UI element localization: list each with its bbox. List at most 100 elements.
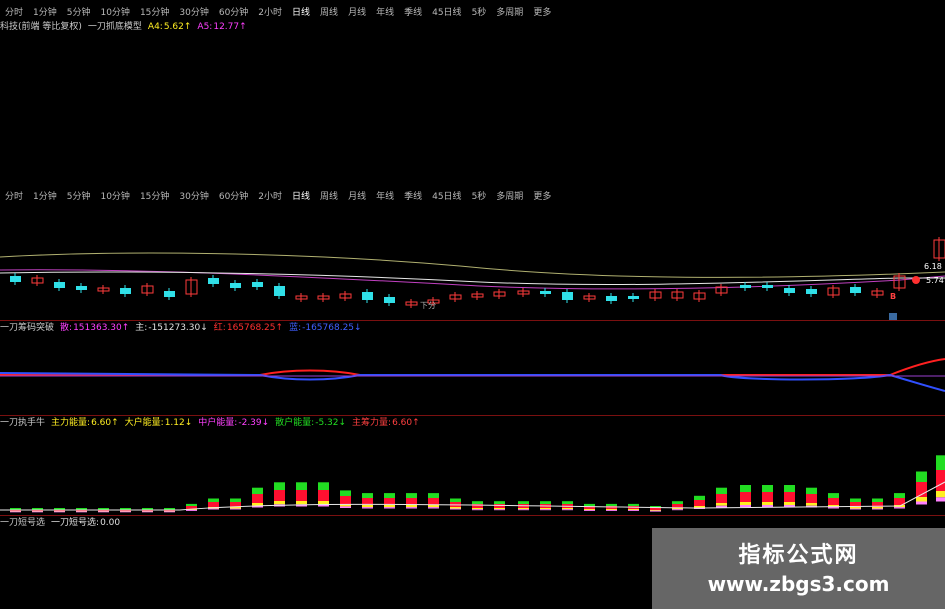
panel4-name[interactable]: 一刀短号选 (0, 517, 45, 529)
energy-bar-yellow-36 (806, 503, 817, 506)
energy-bar-red-14 (318, 490, 329, 501)
period-tab-0[interactable]: 分时 (0, 6, 28, 20)
period-tab-12[interactable]: 季线 (399, 6, 427, 20)
energy-bar-red-21 (472, 504, 483, 508)
energy-bar-green-35 (784, 485, 795, 492)
energy-bar-pink-37 (828, 507, 839, 509)
energy-bar-pink-1 (32, 511, 43, 513)
period-tab-3[interactable]: 10分钟 (95, 6, 134, 20)
panel2-v4-value: -165768.25↓ (302, 323, 362, 333)
candle-body-38 (850, 287, 861, 293)
period-tab-15[interactable]: 多周期 (491, 6, 528, 20)
candle-body-36 (806, 289, 817, 294)
panel4-v1-value: 0.00 (100, 518, 121, 528)
buy-signal-b: B (890, 292, 897, 301)
panel4-status: 一刀短号选 一刀短号选: 0.00 (0, 517, 120, 529)
energy-bar-panel[interactable] (0, 430, 945, 515)
energy-bar-green-37 (828, 493, 839, 498)
energy-bar-green-22 (494, 501, 505, 504)
energy-bar-red-22 (494, 504, 505, 508)
candle-body-3 (76, 286, 87, 290)
panel3-v1-label: 主力能量: (51, 418, 91, 428)
energy-bar-green-36 (806, 487, 817, 494)
energy-bar-green-38 (850, 498, 861, 502)
energy-bar-green-9 (208, 498, 219, 502)
panel2-v2-label: 主: (135, 323, 148, 333)
energy-bar-pink-19 (428, 507, 439, 509)
period-tab-11[interactable]: 年线 (371, 6, 399, 20)
panel3-status: 一刀执手牛 主力能量: 6.60↑ 大户能量: 1.12↓ 中户能量: -2.3… (0, 417, 420, 429)
energy-bar-pink-4 (98, 511, 109, 513)
energy-bar-pink-32 (716, 505, 727, 508)
energy-bar-green-40 (894, 493, 905, 498)
candle-body-35 (784, 288, 795, 293)
panel3-v3-value: -2.39↓ (238, 418, 270, 428)
panel-divider-3 (0, 515, 945, 516)
energy-bar-green-10 (230, 498, 241, 502)
candle-body-0 (10, 276, 21, 282)
period-tab-14[interactable]: 5秒 (467, 6, 492, 20)
energy-bar-yellow-42 (936, 491, 945, 498)
panel3-v4-label: 散户能量: (275, 418, 315, 428)
indicator-name[interactable]: 一刀抓底模型 (88, 21, 142, 33)
energy-bar-green-33 (740, 485, 751, 492)
period-tab-2[interactable]: 5分钟 (62, 6, 96, 20)
period-tab-16[interactable]: 更多 (528, 6, 556, 20)
energy-bar-pink-27 (606, 509, 617, 511)
energy-bar-green-32 (716, 487, 727, 494)
energy-bar-pink-17 (384, 507, 395, 509)
price-label-upper: 6.18 (924, 262, 942, 271)
panel3-v2-label: 大户能量: (124, 418, 164, 428)
energy-bar-pink-22 (494, 509, 505, 511)
chip-breakthrough-panel[interactable] (0, 335, 945, 415)
energy-bar-pink-38 (850, 508, 861, 510)
energy-bar-pink-25 (562, 509, 573, 511)
energy-bar-pink-18 (406, 507, 417, 509)
energy-bar-yellow-26 (584, 509, 595, 510)
energy-bar-pink-42 (936, 497, 945, 502)
energy-bar-pink-15 (340, 506, 351, 508)
period-tab-8[interactable]: 日线 (287, 6, 315, 20)
energy-bar-yellow-28 (628, 509, 639, 510)
panel3-name[interactable]: 一刀执手牛 (0, 417, 45, 429)
site-watermark: 指标公式网 www.zbgs3.com (652, 528, 945, 609)
energy-bar-red-35 (784, 492, 795, 502)
period-tab-6[interactable]: 60分钟 (214, 6, 253, 20)
period-tab-13[interactable]: 45日线 (427, 6, 466, 20)
energy-bar-red-19 (428, 498, 439, 505)
panel3-v3-label: 中户能量: (198, 418, 238, 428)
candle-body-12 (274, 286, 285, 296)
period-tab-9[interactable]: 周线 (315, 6, 343, 20)
candle-body-17 (384, 297, 395, 303)
energy-bar-green-42 (936, 455, 945, 470)
energy-bar-red-36 (806, 494, 817, 503)
period-tab-10[interactable]: 月线 (343, 6, 371, 20)
energy-bar-pink-29 (650, 510, 661, 512)
period-tab-7[interactable]: 2小时 (253, 6, 287, 20)
energy-bar-pink-33 (740, 505, 751, 507)
candle-body-11 (252, 282, 263, 287)
period-tab-4[interactable]: 15分钟 (135, 6, 174, 20)
energy-bar-pink-9 (208, 508, 219, 510)
energy-bar-yellow-35 (784, 502, 795, 505)
main-candlestick-chart[interactable] (0, 200, 945, 320)
energy-bar-pink-16 (362, 507, 373, 509)
stock-chart-window: 分时 1分钟 5分钟 10分钟 15分钟 30分钟 60分钟 2小时 日线 周线 月线 年线 季线 45日… (0, 0, 945, 609)
energy-bar-pink-3 (76, 511, 87, 513)
energy-bar-yellow-39 (872, 507, 883, 509)
energy-bar-green-27 (606, 503, 617, 506)
period-tab-5[interactable]: 30分钟 (174, 6, 213, 20)
energy-bar-red-31 (694, 500, 705, 506)
candle-body-16 (362, 292, 373, 300)
main-chart-status: 科技(前端 等比复权) 一刀抓底模型 A4: 5.62↑ A5: 12.77↑ (0, 21, 247, 33)
panel4-v1-label: 一刀短号选: (51, 518, 100, 528)
energy-bar-yellow-22 (494, 508, 505, 510)
energy-bar-pink-0 (10, 511, 21, 513)
energy-bar-green-41 (916, 471, 927, 482)
panel2-name[interactable]: 一刀筹码突破 (0, 322, 54, 334)
energy-bar-yellow-13 (296, 501, 307, 505)
signal-dot (912, 276, 920, 284)
candle-body-7 (164, 291, 175, 297)
period-tab-1[interactable]: 1分钟 (28, 6, 62, 20)
panel2-v3-label: 红: (213, 323, 226, 333)
